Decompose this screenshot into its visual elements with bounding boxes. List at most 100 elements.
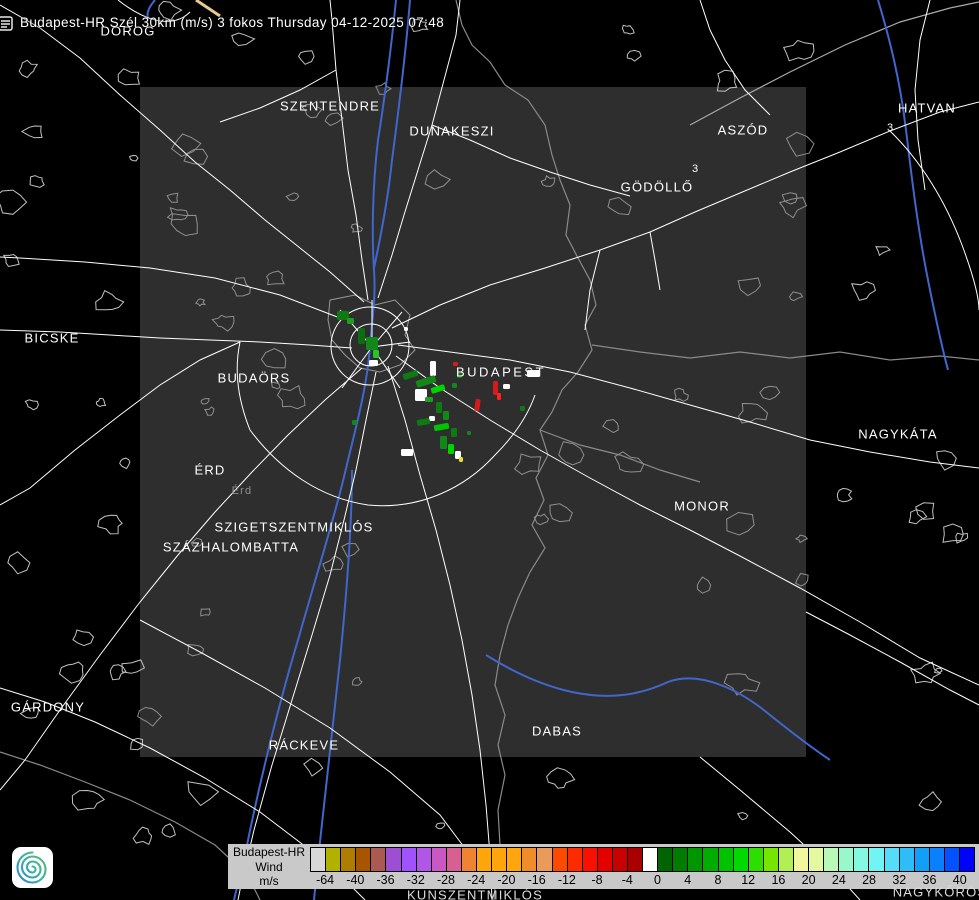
colorbar-cell xyxy=(553,848,568,871)
road-number-label: 3 xyxy=(692,163,698,175)
radar-echo xyxy=(337,311,349,320)
radar-echo xyxy=(347,318,354,324)
radar-coverage-area xyxy=(140,87,806,757)
city-label: DABAS xyxy=(532,724,582,739)
product-title: Budapest-HR Szél 30km (m/s) 3 fokos Thur… xyxy=(20,15,444,30)
radar-echo xyxy=(404,327,408,331)
colorbar-cell xyxy=(326,848,341,871)
radar-echo xyxy=(436,402,442,413)
radar-echo xyxy=(520,406,525,411)
colorbar-tick: -16 xyxy=(528,873,546,887)
colorbar-cell xyxy=(764,848,779,871)
colorbar-cell xyxy=(930,848,945,871)
colorbar-cell xyxy=(628,848,643,871)
colorbar-cell xyxy=(492,848,507,871)
colorbar-tick: 28 xyxy=(862,873,876,887)
city-label: RÁCKEVE xyxy=(269,738,340,753)
colorbar-cell xyxy=(854,848,869,871)
city-label: BUDAÖRS xyxy=(218,371,291,386)
legend-unit: m/s xyxy=(231,874,307,889)
colorbar-cell xyxy=(613,848,628,871)
colorbar-cell xyxy=(462,848,477,871)
radar-viewer: Budapest-HR Szél 30km (m/s) 3 fokos Thur… xyxy=(0,0,979,900)
city-label: BICSKE xyxy=(25,331,80,346)
colorbar-cell xyxy=(598,848,613,871)
colorbar-cell xyxy=(673,848,688,871)
colorbar-tick: -20 xyxy=(497,873,515,887)
spiral-swirl-icon xyxy=(12,847,53,888)
radar-echo xyxy=(429,416,435,421)
colorbar-cell xyxy=(688,848,703,871)
colorbar-cell xyxy=(583,848,598,871)
colorbar-cell xyxy=(749,848,764,871)
colorbar-cell xyxy=(432,848,447,871)
city-label: Érd xyxy=(232,485,253,497)
city-label: SZENTENDRE xyxy=(280,99,380,114)
city-label: DUNAKESZI xyxy=(409,124,494,139)
radar-echo xyxy=(373,350,379,358)
colorbar-tick: 8 xyxy=(714,873,721,887)
city-label: SZÁZHALOMBATTA xyxy=(163,540,299,555)
colorbar-tick: -12 xyxy=(558,873,576,887)
colorbar-cell xyxy=(915,848,930,871)
colorbar-cell xyxy=(703,848,718,871)
radar-echo xyxy=(358,328,365,344)
radar-echo xyxy=(430,361,436,376)
colorbar-cell xyxy=(311,848,326,871)
radar-station-icon xyxy=(0,16,15,32)
legend-caption: Budapest-HR Wind m/s xyxy=(231,845,307,889)
radar-echo xyxy=(459,457,463,462)
radar-echo xyxy=(448,444,454,454)
colorbar-cell xyxy=(869,848,884,871)
colorbar-tick: -40 xyxy=(346,873,364,887)
colorbar-cell xyxy=(779,848,794,871)
legend-radar-name: Budapest-HR xyxy=(231,845,307,860)
wind-speed-colorbar xyxy=(310,847,975,872)
colorbar-cell xyxy=(477,848,492,871)
colorbar-cell xyxy=(809,848,824,871)
radar-echo xyxy=(352,420,357,425)
colorbar-tick: 16 xyxy=(771,873,785,887)
colorbar-cell xyxy=(522,848,537,871)
radar-echo xyxy=(452,383,457,388)
city-label: ÉRD xyxy=(194,463,225,478)
radar-echo xyxy=(443,411,449,420)
colorbar-cell xyxy=(371,848,386,871)
colorbar-cell xyxy=(900,848,915,871)
colorbar-cell xyxy=(885,848,900,871)
radar-echo xyxy=(503,384,510,389)
colorbar-cell xyxy=(386,848,401,871)
radar-echo xyxy=(493,381,498,395)
radar-echo xyxy=(369,360,378,366)
city-label: KUNSZENTMIKLÓS xyxy=(407,888,543,900)
colorbar-tick: 0 xyxy=(654,873,661,887)
colorbar-cell xyxy=(417,848,432,871)
city-label: HATVAN xyxy=(898,101,956,116)
colorbar-cell xyxy=(839,848,854,871)
colorbar-tick: -4 xyxy=(622,873,633,887)
colorbar-tick: 4 xyxy=(684,873,691,887)
colorbar-tick: -28 xyxy=(437,873,455,887)
colorbar-cell xyxy=(447,848,462,871)
road-number-label: 3 xyxy=(887,122,893,134)
colorbar-cell xyxy=(341,848,356,871)
colorbar-cell xyxy=(658,848,673,871)
colorbar-tick: -32 xyxy=(407,873,425,887)
colorbar-cell xyxy=(402,848,417,871)
colorbar-tick: -64 xyxy=(316,873,334,887)
colorbar-tick: 12 xyxy=(741,873,755,887)
city-label: MONOR xyxy=(674,499,730,514)
city-label: NAGYKŐRÖS xyxy=(893,885,979,900)
city-label: GÁRDONY xyxy=(11,700,85,715)
city-label: BUDAPEST xyxy=(456,365,546,380)
weather-app-logo[interactable] xyxy=(12,847,53,888)
city-label: SZIGETSZENTMIKLÓS xyxy=(214,520,373,535)
colorbar-tick: -36 xyxy=(377,873,395,887)
colorbar-cell xyxy=(507,848,522,871)
city-label: NAGYKÁTA xyxy=(858,427,937,442)
colorbar-tick: -8 xyxy=(592,873,603,887)
colorbar-cell xyxy=(960,848,974,871)
colorbar-tick: 20 xyxy=(802,873,816,887)
colorbar-cell xyxy=(734,848,749,871)
radar-echo xyxy=(451,428,457,437)
